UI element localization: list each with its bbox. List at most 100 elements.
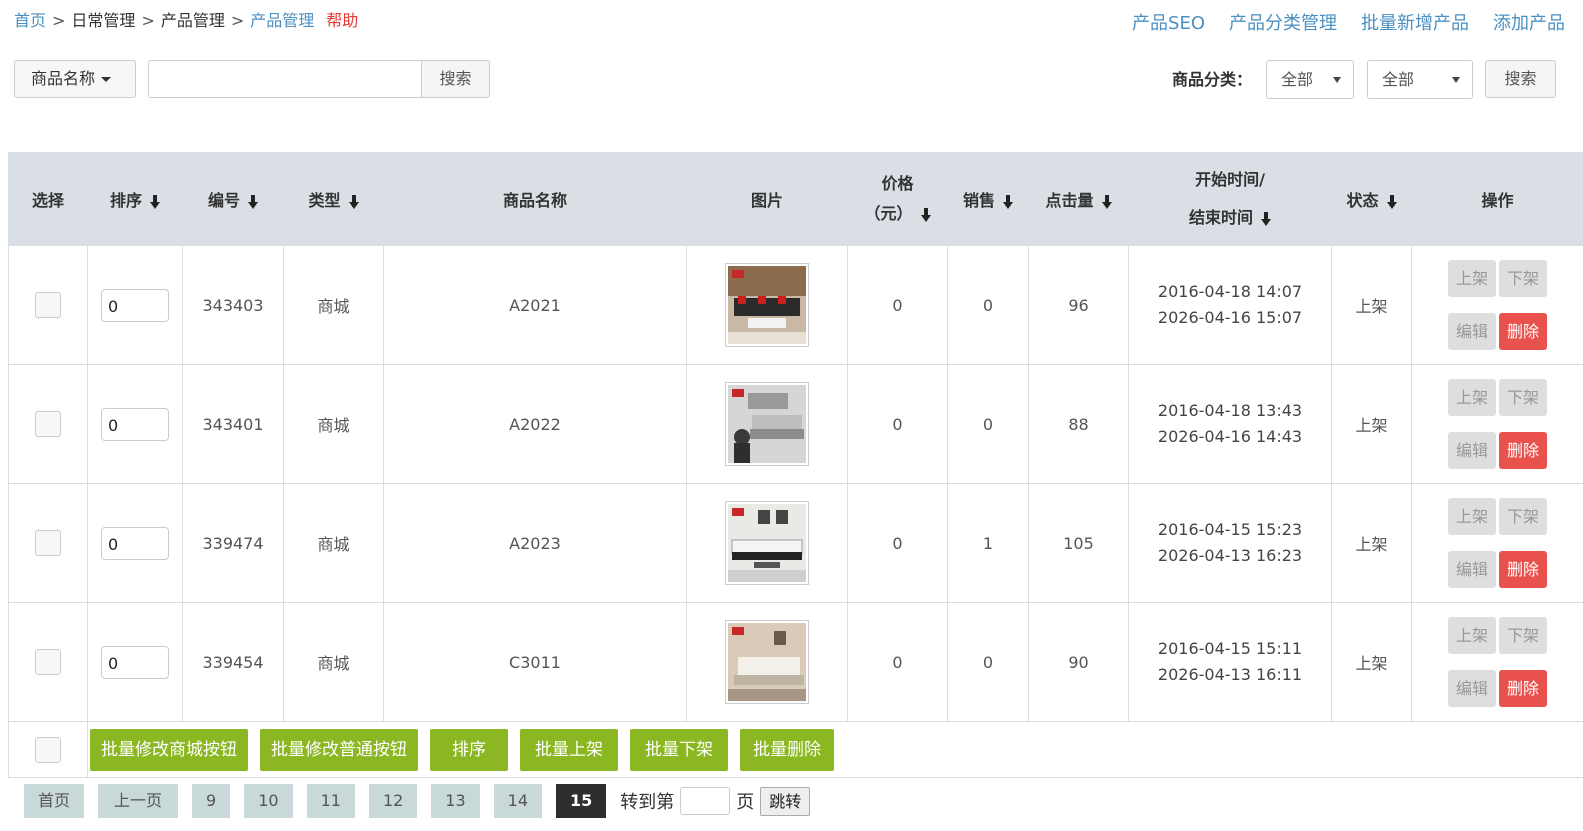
sort-arrow-down-icon[interactable] (920, 207, 931, 222)
row-checkbox[interactable] (35, 292, 61, 318)
header-time-line2: 结束时间 (1188, 208, 1253, 227)
search-field-dropdown[interactable]: 商品名称 (14, 60, 136, 98)
bulk-actions-row: 批量修改商城按钮 批量修改普通按钮 排序 批量上架 批量下架 批量删除 (8, 721, 1583, 778)
header-price-line1: 价格 (881, 174, 914, 193)
header-id[interactable]: 编号 (182, 152, 284, 246)
first-page-button[interactable]: 首页 (24, 784, 85, 818)
sort-arrow-down-icon[interactable] (1003, 194, 1013, 209)
sort-arrow-down-icon[interactable] (150, 194, 160, 209)
edit-button[interactable]: 编辑 (1448, 551, 1496, 588)
sofa-image (728, 385, 806, 463)
row-checkbox[interactable] (35, 411, 61, 437)
sort-order-input[interactable]: 0 (101, 526, 169, 560)
header-sort[interactable]: 排序 (87, 152, 183, 246)
sort-order-input[interactable]: 0 (101, 288, 169, 322)
off-shelf-button[interactable]: 下架 (1499, 260, 1547, 297)
sort-order-input[interactable]: 0 (101, 407, 169, 441)
header-price[interactable]: 价格 （元） (847, 152, 948, 246)
product-table: 选择 排序 编号 类型 商品名称 图片 价格 （元） 销售 点击量 开始时间/结束… (8, 152, 1583, 778)
on-shelf-button[interactable]: 上架 (1448, 379, 1496, 416)
edit-button[interactable]: 编辑 (1448, 432, 1496, 469)
breadcrumb-product-management[interactable]: 产品管理 (161, 11, 225, 30)
bulk-off-shelf-button[interactable]: 批量下架 (630, 728, 728, 771)
page-button[interactable]: 14 (493, 784, 543, 818)
on-shelf-button[interactable]: 上架 (1448, 260, 1496, 297)
page-button[interactable]: 11 (306, 784, 355, 818)
row-name: A2021 (383, 245, 687, 365)
row-select-cell (8, 245, 88, 365)
sort-button[interactable]: 排序 (430, 728, 508, 771)
header-time[interactable]: 开始时间/结束时间 (1128, 152, 1332, 246)
sort-arrow-down-icon[interactable] (248, 194, 258, 209)
off-shelf-button[interactable]: 下架 (1499, 617, 1547, 654)
edit-button[interactable]: 编辑 (1448, 670, 1496, 707)
jump-button[interactable]: 跳转 (760, 786, 811, 816)
page-button[interactable]: 9 (192, 784, 231, 818)
product-thumbnail[interactable] (725, 263, 809, 347)
delete-button[interactable]: 删除 (1499, 313, 1547, 350)
delete-button[interactable]: 删除 (1499, 670, 1547, 707)
header-status[interactable]: 状态 (1331, 152, 1412, 246)
search-button[interactable]: 搜索 (421, 60, 490, 98)
bulk-edit-normal-button[interactable]: 批量修改普通按钮 (260, 728, 418, 771)
edit-button[interactable]: 编辑 (1448, 313, 1496, 350)
row-ops-cell: 上架 下架 编辑 删除 (1411, 245, 1583, 365)
breadcrumb-home-link[interactable]: 首页 (14, 11, 46, 30)
page-button[interactable]: 13 (431, 784, 480, 818)
breadcrumb-separator: > (141, 11, 155, 30)
table-row: 0 339474 商城 A2023 0 1 105 2016-04-15 15:… (8, 483, 1583, 603)
category-label: 商品分类： (1172, 70, 1253, 89)
row-sales: 0 (947, 245, 1029, 365)
delete-button[interactable]: 删除 (1499, 551, 1547, 588)
goto-prefix: 转到第 (620, 792, 675, 813)
sort-arrow-down-icon[interactable] (348, 194, 359, 209)
breadcrumb-daily-management[interactable]: 日常管理 (71, 11, 135, 30)
product-thumbnail[interactable] (725, 620, 809, 704)
sort-order-input[interactable]: 0 (101, 645, 169, 679)
search-input[interactable] (148, 60, 422, 98)
page-button[interactable]: 12 (368, 784, 418, 818)
row-select-cell (8, 364, 88, 484)
product-thumbnail[interactable] (725, 501, 809, 585)
row-id: 339454 (182, 602, 284, 722)
sort-arrow-down-icon[interactable] (1261, 211, 1271, 226)
product-seo-link[interactable]: 产品SEO (1132, 13, 1205, 34)
header-image: 图片 (686, 152, 848, 246)
on-shelf-button[interactable]: 上架 (1448, 498, 1496, 535)
category-select-secondary[interactable]: 全部 (1367, 60, 1473, 99)
row-sales: 0 (947, 602, 1029, 722)
category-select-primary[interactable]: 全部 (1266, 60, 1354, 99)
row-checkbox[interactable] (35, 530, 61, 556)
off-shelf-button[interactable]: 下架 (1499, 498, 1547, 535)
off-shelf-button[interactable]: 下架 (1499, 379, 1547, 416)
sort-arrow-down-icon[interactable] (1101, 194, 1112, 209)
row-ops-cell: 上架 下架 编辑 删除 (1411, 483, 1583, 603)
on-shelf-button[interactable]: 上架 (1448, 617, 1496, 654)
row-time-cell: 2016-04-15 15:23 2026-04-13 16:23 (1128, 483, 1332, 603)
row-price: 0 (847, 602, 948, 722)
prev-page-button[interactable]: 上一页 (98, 784, 179, 818)
bulk-on-shelf-button[interactable]: 批量上架 (520, 728, 618, 771)
page-button[interactable]: 10 (244, 784, 293, 818)
help-link[interactable]: 帮助 (326, 11, 358, 30)
row-checkbox[interactable] (35, 649, 61, 675)
goto-page-input[interactable] (680, 787, 731, 815)
breadcrumb-separator: > (52, 11, 66, 30)
header-type[interactable]: 类型 (283, 152, 384, 246)
row-sort-cell: 0 (87, 602, 183, 722)
add-product-link[interactable]: 添加产品 (1493, 13, 1565, 34)
bulk-add-products-link[interactable]: 批量新增产品 (1361, 13, 1469, 34)
sort-arrow-down-icon[interactable] (1386, 194, 1397, 209)
product-thumbnail[interactable] (725, 382, 809, 466)
bulk-edit-mall-button[interactable]: 批量修改商城按钮 (90, 728, 248, 771)
header-clicks[interactable]: 点击量 (1028, 152, 1129, 246)
row-type: 商城 (283, 483, 384, 603)
row-start-time: 2016-04-18 14:07 (1157, 282, 1303, 301)
row-image-cell (686, 245, 848, 365)
delete-button[interactable]: 删除 (1499, 432, 1547, 469)
bulk-delete-button[interactable]: 批量删除 (740, 728, 834, 771)
select-all-checkbox[interactable] (35, 736, 61, 763)
category-management-link[interactable]: 产品分类管理 (1229, 13, 1337, 34)
category-search-button[interactable]: 搜索 (1485, 60, 1556, 98)
header-sales[interactable]: 销售 (947, 152, 1029, 246)
